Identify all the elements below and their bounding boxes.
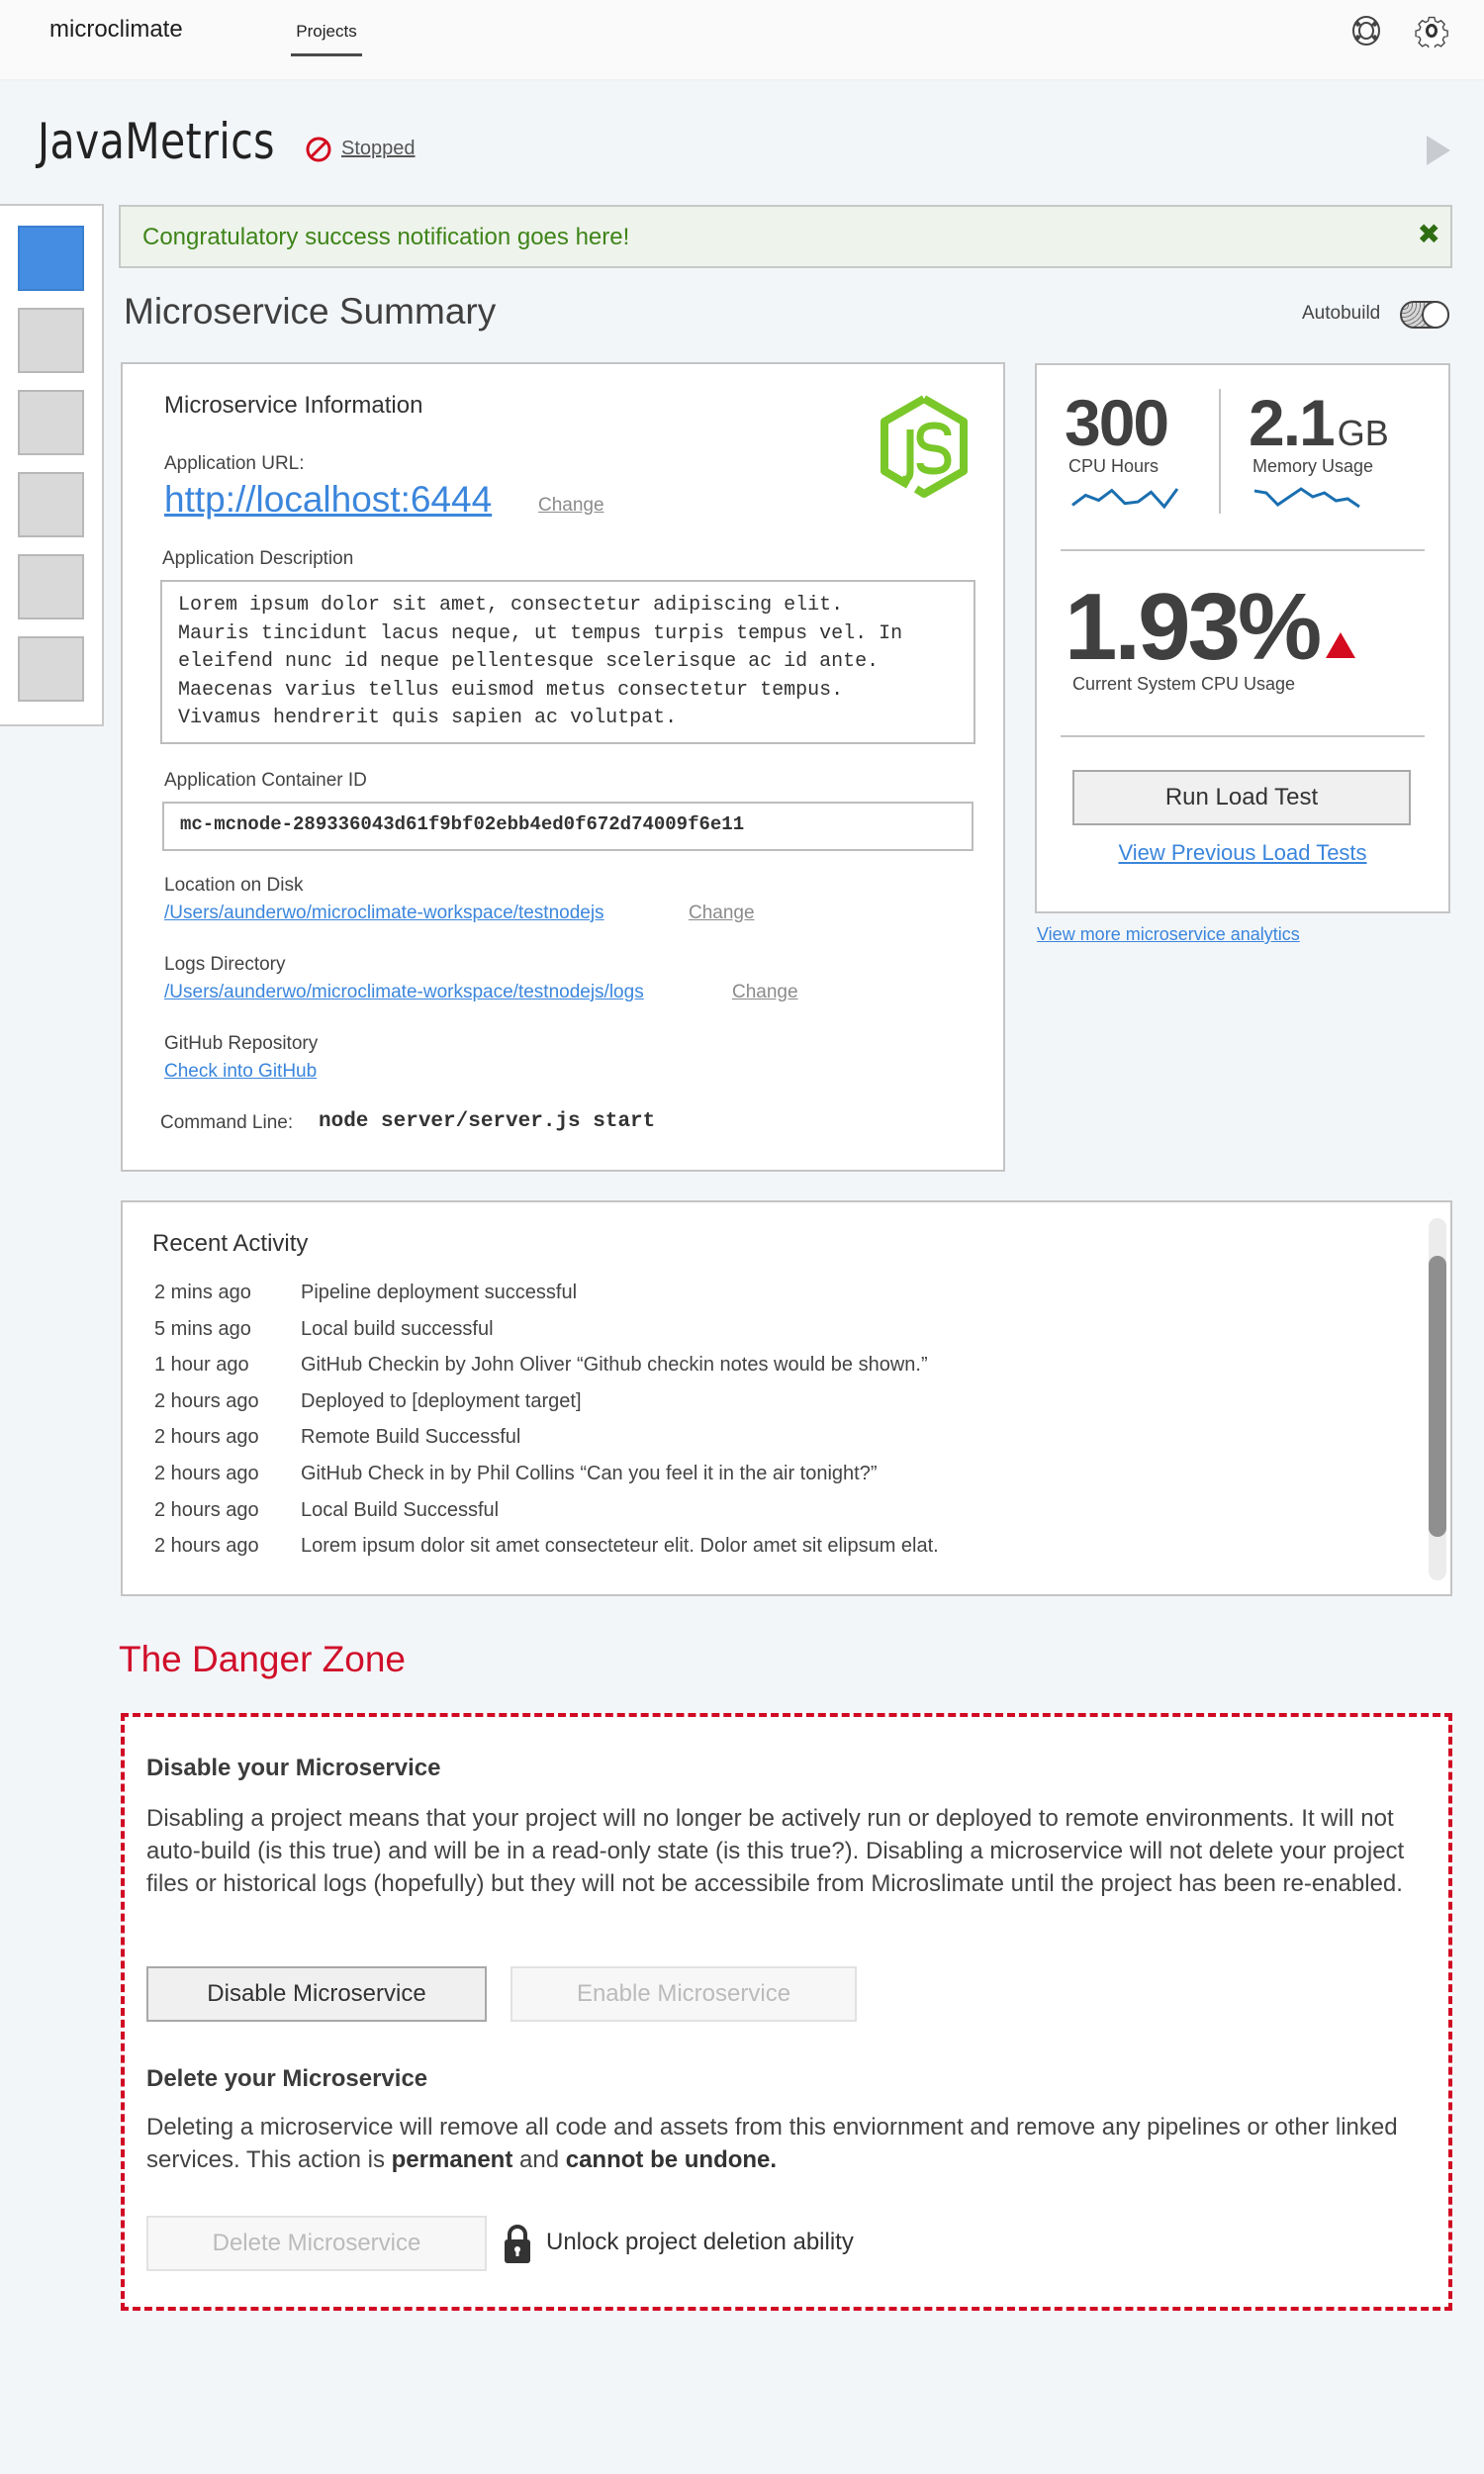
nodejs-logo (881, 395, 968, 498)
github-label: GitHub Repository (164, 1033, 319, 1054)
cpu-hours-label: CPU Hours (1068, 456, 1159, 476)
sidebar-item-6[interactable] (18, 636, 84, 702)
sidebar-item-1[interactable] (18, 226, 84, 291)
container-id-field[interactable]: mc-mcnode-289336043d61f9bf02ebb4ed0f672d… (162, 802, 974, 851)
container-id-label: Application Container ID (164, 770, 367, 791)
cpu-usage-label: Current System CPU Usage (1072, 674, 1296, 694)
sidebar-item-4[interactable] (18, 472, 84, 537)
run-load-test-button[interactable]: Run Load Test (1072, 770, 1411, 825)
github-link[interactable]: Check into GitHub (164, 1061, 317, 1083)
cpu-usage-value: 1.93% (1065, 574, 1322, 680)
stopped-icon (306, 137, 331, 162)
memory-unit: GB (1337, 413, 1389, 453)
logs-label: Logs Directory (164, 954, 286, 975)
activity-time: 2 hours ago (154, 1389, 259, 1412)
location-label: Location on Disk (164, 875, 304, 896)
command-line-label: Command Line: (160, 1112, 294, 1133)
delete-text-2: and (512, 2146, 566, 2173)
view-previous-load-tests-link[interactable]: View Previous Load Tests (1037, 840, 1448, 866)
sidebar-item-5[interactable] (18, 554, 84, 619)
change-url-link[interactable]: Change (538, 495, 604, 517)
delete-text-bold-2: cannot be undone. (565, 2146, 778, 2173)
activity-text: GitHub Checkin by John Oliver “Github ch… (301, 1354, 928, 1377)
metrics-divider-2 (1061, 735, 1425, 737)
activity-time: 2 mins ago (154, 1282, 251, 1303)
autobuild-toggle[interactable] (1400, 301, 1449, 329)
info-card-title: Microservice Information (164, 392, 423, 419)
activity-text: Local build successful (301, 1317, 494, 1340)
autobuild-label: Autobuild (1302, 303, 1381, 324)
close-icon[interactable]: ✖ (1418, 221, 1440, 248)
app-url-label: Application URL: (164, 453, 305, 474)
sidebar-item-3[interactable] (18, 390, 84, 455)
trend-up-icon (1326, 632, 1355, 658)
delete-text-bold-1: permanent (391, 2146, 513, 2173)
activity-time: 2 hours ago (154, 1426, 259, 1449)
scrollbar-thumb[interactable] (1429, 1256, 1446, 1537)
cpu-hours-value: 300 (1065, 386, 1169, 459)
activity-time: 2 hours ago (154, 1498, 259, 1521)
memory-number: 2.1 (1249, 386, 1336, 459)
cpu-hours-sparkline (1071, 488, 1179, 510)
metric-divider (1219, 389, 1221, 514)
tab-projects[interactable]: Projects (291, 22, 362, 56)
sidebar-item-2[interactable] (18, 308, 84, 373)
status-link[interactable]: Stopped (341, 138, 416, 160)
command-line-value: node server/server.js start (319, 1110, 656, 1133)
app-url-link[interactable]: http://localhost:6444 (164, 479, 492, 521)
sidebar (0, 204, 104, 726)
project-title: JavaMetrics (38, 113, 275, 170)
help-icon[interactable] (1349, 14, 1383, 48)
activity-title: Recent Activity (152, 1230, 309, 1257)
delete-microservice-button[interactable]: Delete Microservice (146, 2216, 487, 2271)
description-textarea[interactable]: Lorem ipsum dolor sit amet, consectetur … (160, 580, 975, 744)
recent-activity-card: Recent Activity 2 mins ago Pipeline deplo… (121, 1200, 1452, 1596)
activity-text: Local Build Successful (301, 1498, 500, 1521)
gear-icon[interactable] (1415, 14, 1448, 48)
change-logs-link[interactable]: Change (732, 982, 798, 1003)
activity-text: Lorem ipsum dolor sit amet consecteteur … (301, 1535, 939, 1558)
summary-title: Microservice Summary (124, 291, 497, 332)
enable-microservice-button[interactable]: Enable Microservice (510, 1966, 857, 2022)
memory-label: Memory Usage (1252, 456, 1374, 476)
activity-scrollbar[interactable] (1429, 1218, 1446, 1580)
change-location-link[interactable]: Change (689, 903, 755, 924)
sparkline-path (1071, 488, 1179, 510)
activity-time: 1 hour ago (154, 1354, 249, 1377)
lock-icon[interactable] (501, 2222, 534, 2265)
disable-microservice-button[interactable]: Disable Microservice (146, 1966, 487, 2022)
unlock-deletion-link[interactable]: Unlock project deletion ability (546, 2229, 854, 2256)
danger-zone-box: Disable your Microservice Disabling a pr… (121, 1713, 1452, 2311)
microservice-info-card: Microservice Information Application URL… (121, 362, 1005, 1172)
logs-path-link[interactable]: /Users/aunderwo/microclimate-workspace/t… (164, 982, 644, 1003)
top-navigation-bar: microclimate Projects (0, 0, 1484, 79)
delete-title: Delete your Microservice (146, 2065, 428, 2092)
success-notification: Congratulatory success notification goes… (119, 205, 1452, 268)
delete-description: Deleting a microservice will remove all … (146, 2111, 1423, 2176)
activity-text: Remote Build Successful (301, 1426, 521, 1449)
activity-time: 2 hours ago (154, 1463, 259, 1484)
activity-text: Deployed to [deployment target] (301, 1389, 582, 1412)
metrics-divider-1 (1061, 549, 1425, 551)
location-path-link[interactable]: /Users/aunderwo/microclimate-workspace/t… (164, 903, 604, 924)
view-more-analytics-link[interactable]: View more microservice analytics (1037, 924, 1300, 945)
description-label: Application Description (162, 548, 354, 569)
activity-time: 2 hours ago (154, 1535, 259, 1558)
memory-sparkline (1253, 487, 1360, 509)
disable-description: Disabling a project means that your proj… (146, 1805, 1405, 1897)
play-icon[interactable] (1427, 136, 1450, 165)
activity-text: GitHub Check in by Phil Collins “Can you… (301, 1463, 878, 1484)
danger-zone-title: The Danger Zone (119, 1639, 407, 1679)
activity-text: Pipeline deployment successful (301, 1282, 578, 1303)
metrics-card: 300 CPU Hours 2.1 GB Memory Usage 1.93% C… (1035, 363, 1450, 913)
toggle-knob (1422, 301, 1449, 329)
brand-logo[interactable]: microclimate (49, 16, 183, 44)
notification-text: Congratulatory success notification goes… (142, 224, 630, 250)
activity-time: 5 mins ago (154, 1317, 251, 1340)
sparkline-path (1253, 487, 1360, 509)
disable-title: Disable your Microservice (146, 1755, 441, 1781)
memory-value: 2.1 GB (1249, 385, 1389, 460)
